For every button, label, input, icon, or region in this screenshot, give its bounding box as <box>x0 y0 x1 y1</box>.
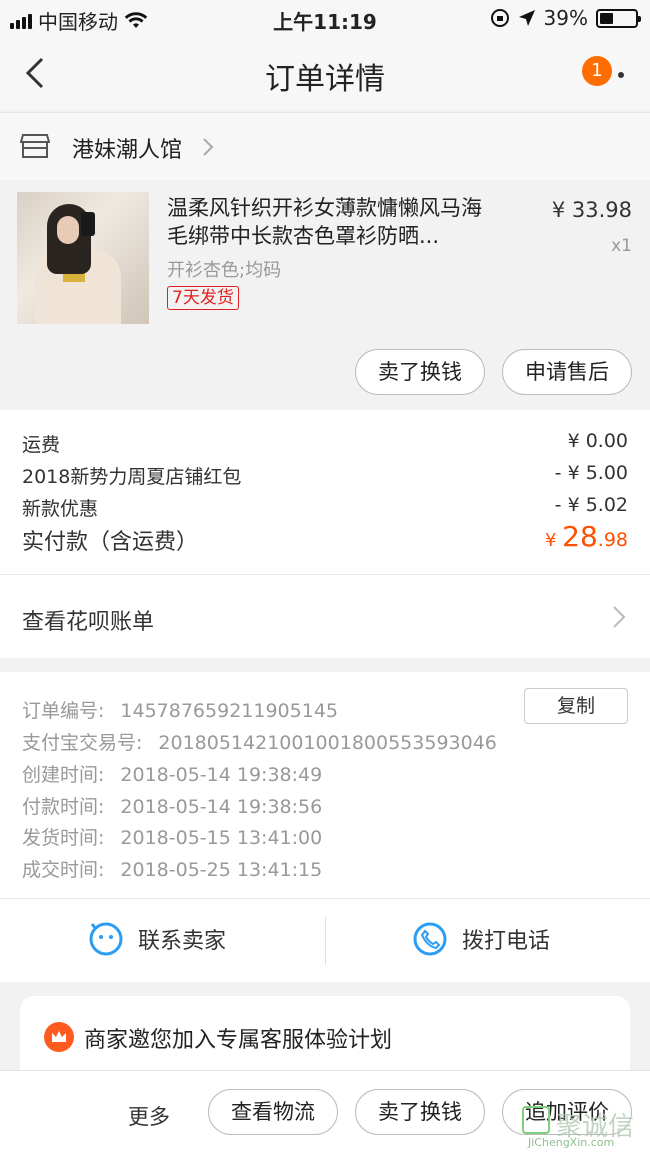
huabei-bill-row[interactable]: 查看花呗账单 <box>0 574 650 658</box>
order-number-label: 订单编号: <box>22 700 105 722</box>
red-packet-label: 2018新势力周夏店铺红包 <box>22 466 242 488</box>
shipped-time-label: 发货时间: <box>22 827 105 849</box>
total-integer: 28 <box>562 520 598 553</box>
crown-icon <box>44 1022 74 1052</box>
sell-button[interactable]: 卖了换钱 <box>355 349 485 395</box>
completed-time-label: 成交时间: <box>22 859 105 881</box>
product-image[interactable] <box>17 192 149 324</box>
completed-time-row: 成交时间: 2018-05-25 13:41:15 <box>22 855 322 882</box>
call-label: 拨打电话 <box>462 929 551 954</box>
shipped-time: 2018-05-15 13:41:00 <box>120 827 323 849</box>
completed-time: 2018-05-25 13:41:15 <box>120 859 323 881</box>
paid-time: 2018-05-14 19:38:56 <box>120 796 323 818</box>
notification-badge: 1 <box>582 56 612 86</box>
discount-value: - ¥ 5.02 <box>554 494 628 516</box>
shipping-fee-label: 运费 <box>22 434 61 456</box>
contact-seller-button[interactable]: 联系卖家 <box>88 921 226 957</box>
chat-bubble-icon <box>89 922 123 956</box>
divider <box>325 917 326 965</box>
shop-row[interactable]: 港妹潮人馆 <box>0 112 650 180</box>
more-icon[interactable]: 1 <box>582 56 626 86</box>
chevron-right-icon <box>203 138 214 156</box>
product-price: ¥ 33.98 <box>551 198 632 222</box>
total-row: 实付款（含运费） ¥ 28.98 <box>22 520 628 556</box>
product-title[interactable]: 温柔风针织开衫女薄款慵懒风马海毛绑带中长款杏色罩衫防晒... <box>167 194 497 250</box>
shop-icon <box>20 134 50 158</box>
battery-icon <box>596 8 641 28</box>
shipping-tag: 7天发货 <box>167 286 239 310</box>
red-packet-value: - ¥ 5.00 <box>554 462 628 484</box>
product-spec: 开衫杏色;均码 <box>167 260 282 281</box>
total-label: 实付款（含运费） <box>22 530 199 555</box>
paid-time-row: 付款时间: 2018-05-14 19:38:56 <box>22 792 322 819</box>
paid-time-label: 付款时间: <box>22 796 105 818</box>
watermark-url: JiChengXin.com <box>528 1136 615 1149</box>
total-amount: ¥ 28.98 <box>545 520 628 553</box>
product-quantity: x1 <box>611 236 632 256</box>
total-decimal: .98 <box>597 529 628 551</box>
created-time-label: 创建时间: <box>22 764 105 786</box>
shipped-time-row: 发货时间: 2018-05-15 13:41:00 <box>22 823 322 850</box>
battery-percent: 39% <box>543 6 588 30</box>
discount-row: 新款优惠 - ¥ 5.02 <box>22 494 628 521</box>
contact-seller-label: 联系卖家 <box>138 929 227 954</box>
promo-text: 商家邀您加入专属客服体验计划 <box>84 1028 393 1053</box>
location-icon <box>518 10 535 26</box>
alipay-number-label: 支付宝交易号: <box>22 732 143 754</box>
view-logistics-button[interactable]: 查看物流 <box>208 1089 338 1135</box>
shop-name: 港妹潮人馆 <box>72 138 183 163</box>
product-card: 温柔风针织开衫女薄款慵懒风马海毛绑带中长款杏色罩衫防晒... 开衫杏色;均码 7… <box>0 182 650 410</box>
fee-summary: 运费 ¥ 0.00 2018新势力周夏店铺红包 - ¥ 5.00 新款优惠 - … <box>0 410 650 574</box>
status-bar: 中国移动 上午11:19 39% <box>0 0 650 36</box>
copy-button[interactable]: 复制 <box>524 688 628 724</box>
order-number-row: 订单编号: 145787659211905145 <box>22 696 338 723</box>
created-time: 2018-05-14 19:38:49 <box>120 764 323 786</box>
shipping-fee-row: 运费 ¥ 0.00 <box>22 430 628 457</box>
alipay-number: 2018051421001001800553593046 <box>158 732 497 754</box>
order-info: 订单编号: 145787659211905145 复制 支付宝交易号: 201805… <box>0 672 650 898</box>
page-title: 订单详情 <box>265 62 385 97</box>
call-button[interactable]: 拨打电话 <box>412 921 550 957</box>
sell-button-bottom[interactable]: 卖了换钱 <box>355 1089 485 1135</box>
total-currency: ¥ <box>544 530 563 551</box>
nav-bar: 订单详情 1 <box>0 36 650 110</box>
huabei-bill-label: 查看花呗账单 <box>22 610 155 635</box>
phone-icon <box>413 922 447 956</box>
alipay-number-row: 支付宝交易号: 2018051421001001800553593046 <box>22 728 497 755</box>
more-button[interactable]: 更多 <box>128 1101 170 1131</box>
contact-bar: 联系卖家 拨打电话 <box>0 898 650 982</box>
rotation-lock-icon <box>490 9 509 27</box>
red-packet-row: 2018新势力周夏店铺红包 - ¥ 5.00 <box>22 462 628 489</box>
order-number: 145787659211905145 <box>120 700 338 722</box>
watermark-logo: 聚诚信 JiChengXin.com <box>522 1106 646 1152</box>
after-sale-button[interactable]: 申请售后 <box>502 349 632 395</box>
discount-label: 新款优惠 <box>22 498 99 520</box>
created-time-row: 创建时间: 2018-05-14 19:38:49 <box>22 760 322 787</box>
chevron-right-icon <box>613 606 626 628</box>
shipping-fee-value: ¥ 0.00 <box>567 430 628 452</box>
